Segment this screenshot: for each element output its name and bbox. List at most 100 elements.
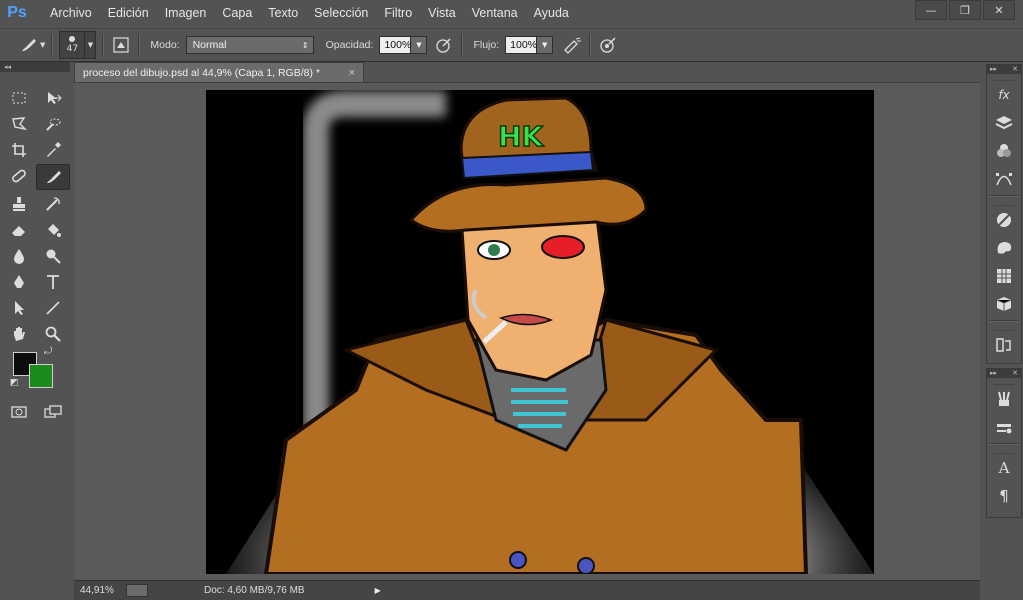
airbrush-icon[interactable]	[561, 34, 583, 56]
proof-setup-icon[interactable]	[126, 584, 148, 597]
eyedropper-tool-icon[interactable]	[36, 138, 70, 162]
pen-tool-icon[interactable]	[2, 270, 36, 294]
right-panel-dock-top: ▸▸ ✕ fx	[986, 64, 1022, 364]
background-color-swatch[interactable]	[29, 364, 53, 388]
flow-input[interactable]: 100%	[505, 36, 538, 54]
menu-seleccion[interactable]: Selección	[306, 6, 376, 20]
panel-grip[interactable]	[993, 378, 1015, 385]
panel-dock-header[interactable]: ▸▸ ✕	[987, 65, 1021, 74]
menu-filtro[interactable]: Filtro	[376, 6, 420, 20]
menu-capa[interactable]: Capa	[214, 6, 260, 20]
mode-select[interactable]: Normal ⇕	[185, 36, 314, 54]
tools-panel-collapse-icon[interactable]: ◂◂	[0, 62, 70, 72]
status-menu-arrow-icon[interactable]: ▶	[375, 586, 381, 595]
document-tab[interactable]: proceso del dibujo.psd al 44,9% (Capa 1,…	[74, 62, 364, 82]
photoshop-logo: Ps	[7, 4, 27, 21]
styles-fx-icon[interactable]: fx	[987, 81, 1021, 109]
panel-grip[interactable]	[993, 324, 1015, 331]
close-button[interactable]: ✕	[983, 0, 1015, 20]
close-document-icon[interactable]: ×	[349, 67, 355, 79]
menu-bar: Ps Archivo Edición Imagen Capa Texto Sel…	[0, 0, 1023, 26]
quick-selection-tool-icon[interactable]	[36, 112, 70, 136]
panel-grip[interactable]	[993, 199, 1015, 206]
brush-picker-arrow-icon[interactable]: ▼	[85, 31, 97, 59]
hand-tool-icon[interactable]	[2, 322, 36, 346]
healing-brush-tool-icon[interactable]	[2, 164, 36, 188]
paint-bucket-tool-icon[interactable]	[36, 218, 70, 242]
history-icon[interactable]	[987, 331, 1021, 359]
opacity-dropdown-icon[interactable]: ▼	[411, 36, 428, 54]
document-size-info: Doc: 4,60 MB/9,76 MB	[204, 585, 305, 596]
mode-label: Modo:	[150, 39, 180, 51]
move-tool-icon[interactable]	[36, 86, 70, 110]
grid-icon[interactable]	[987, 262, 1021, 290]
opacity-label: Opacidad:	[325, 39, 374, 51]
lasso-tool-icon[interactable]	[2, 112, 36, 136]
swatches-icon[interactable]	[987, 234, 1021, 262]
zoom-field[interactable]: 44,91%	[74, 585, 120, 596]
menu-archivo[interactable]: Archivo	[42, 6, 100, 20]
minimize-button[interactable]: —	[915, 0, 947, 20]
restore-button[interactable]: ❐	[949, 0, 981, 20]
default-colors-icon[interactable]: ◩	[10, 378, 19, 388]
type-tool-icon[interactable]	[36, 270, 70, 294]
blur-tool-icon[interactable]	[2, 244, 36, 268]
panel-dock-header[interactable]: ▸▸ ✕	[987, 369, 1021, 378]
brush-tool-icon[interactable]	[36, 164, 70, 190]
brush-presets-icon[interactable]	[987, 385, 1021, 413]
clone-source-icon[interactable]	[987, 413, 1021, 441]
main-menu: Archivo Edición Imagen Capa Texto Selecc…	[42, 6, 577, 20]
menu-vista[interactable]: Vista	[420, 6, 464, 20]
zoom-tool-icon[interactable]	[36, 322, 70, 346]
brush-size-preview[interactable]: 47	[59, 31, 86, 59]
menu-ventana[interactable]: Ventana	[464, 6, 526, 20]
hat-lettering: HK	[498, 120, 544, 153]
3d-icon[interactable]	[987, 290, 1021, 318]
canvas-artwork[interactable]: HK	[206, 90, 874, 574]
menu-texto[interactable]: Texto	[260, 6, 306, 20]
history-brush-tool-icon[interactable]	[36, 192, 70, 216]
clone-stamp-tool-icon[interactable]	[2, 192, 36, 216]
eraser-tool-icon[interactable]	[2, 218, 36, 242]
options-bar: ▼ 47 ▼ Modo: Normal ⇕ Opacidad: 100% ▼ F…	[0, 28, 1023, 62]
menu-imagen[interactable]: Imagen	[157, 6, 215, 20]
menu-ayuda[interactable]: Ayuda	[526, 6, 577, 20]
tools-panel: ◂◂ ⤾ ◩	[0, 62, 70, 442]
pressure-opacity-icon[interactable]	[433, 34, 455, 56]
panel-grip[interactable]	[993, 74, 1015, 81]
layers-icon[interactable]	[987, 109, 1021, 137]
pressure-size-icon[interactable]	[597, 34, 619, 56]
color-swatches: ⤾ ◩	[0, 346, 70, 396]
channels-icon[interactable]	[987, 137, 1021, 165]
flow-label: Flujo:	[473, 39, 500, 51]
adjustments-icon[interactable]	[987, 206, 1021, 234]
flow-dropdown-icon[interactable]: ▼	[537, 36, 554, 54]
line-tool-icon[interactable]	[36, 296, 70, 320]
options-separator	[102, 34, 105, 56]
paths-icon[interactable]	[987, 165, 1021, 193]
paragraph-icon[interactable]: ¶	[987, 482, 1021, 510]
menu-edicion[interactable]: Edición	[100, 6, 157, 20]
quick-mask-icon[interactable]	[2, 400, 36, 424]
panel-grip[interactable]	[993, 447, 1015, 454]
preset-dropdown-arrow-icon[interactable]: ▼	[40, 41, 45, 49]
brush-panel-toggle-icon[interactable]	[110, 34, 132, 56]
path-selection-tool-icon[interactable]	[2, 296, 36, 320]
brush-size-value: 47	[66, 44, 79, 54]
screen-mode-icon[interactable]	[36, 400, 70, 424]
options-separator	[51, 34, 54, 56]
options-separator	[138, 34, 141, 56]
status-bar: 44,91% Doc: 4,60 MB/9,76 MB ▶	[74, 580, 980, 600]
swap-colors-icon[interactable]: ⤾	[44, 346, 52, 357]
crop-tool-icon[interactable]	[2, 138, 36, 162]
document-title: proceso del dibujo.psd al 44,9% (Capa 1,…	[83, 66, 320, 79]
fx-label: fx	[998, 88, 1010, 102]
right-panel-dock-bottom: ▸▸ ✕ A ¶	[986, 368, 1022, 518]
brush-tool-preset-icon[interactable]	[18, 34, 40, 56]
illustration-drawing: HK	[206, 90, 874, 574]
paragraph-label: ¶	[999, 487, 1009, 505]
character-icon[interactable]: A	[987, 454, 1021, 482]
marquee-tool-icon[interactable]	[2, 86, 36, 110]
opacity-input[interactable]: 100%	[379, 36, 412, 54]
dodge-tool-icon[interactable]	[36, 244, 70, 268]
